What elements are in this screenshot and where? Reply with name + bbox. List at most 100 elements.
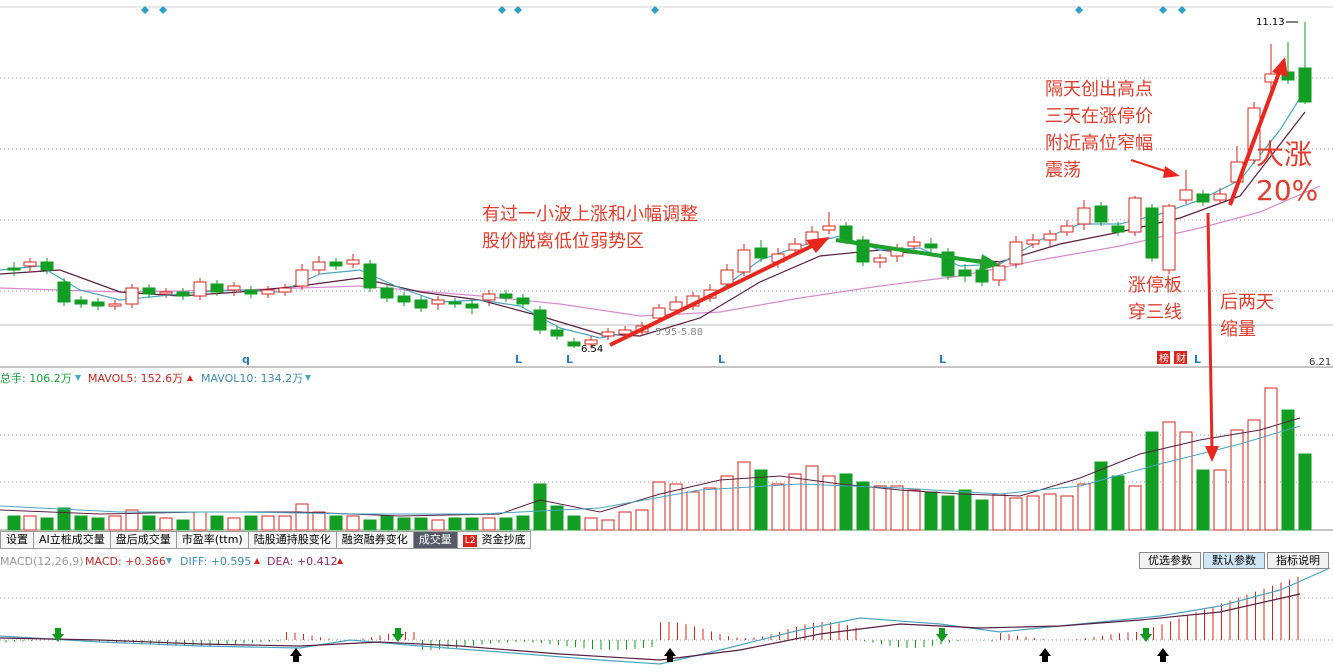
period-marker: L — [1194, 353, 1201, 366]
volume-bar — [1111, 475, 1125, 531]
volume-bar — [482, 517, 496, 531]
macd-histogram — [5, 576, 1299, 650]
volume-bar — [312, 511, 326, 531]
candle-body — [1162, 205, 1176, 271]
volume-bar — [431, 519, 445, 531]
volume-bar — [7, 515, 21, 531]
tab-1[interactable]: AI立桩成交量 — [34, 531, 111, 549]
volume-bar — [1264, 387, 1278, 531]
annotation-4-line-1: 涨停板 — [1128, 275, 1182, 296]
diff-line — [0, 567, 1331, 665]
volume-bar — [1009, 497, 1023, 531]
volume-bar — [142, 515, 156, 531]
annotation-1-line-1: 有过一小波上涨和小幅调整 — [482, 204, 698, 225]
tab-3[interactable]: 市盈率(ttm) — [176, 531, 249, 549]
volume-bar — [618, 511, 632, 531]
volume-bar — [210, 515, 224, 531]
candle-body — [924, 243, 938, 249]
candle-body — [788, 243, 802, 251]
tab-label: 成交量 — [418, 533, 452, 546]
volume-bar — [1145, 431, 1159, 531]
candle-body — [91, 301, 105, 307]
volume-bar — [635, 509, 649, 531]
tab-2[interactable]: 盘后成交量 — [110, 531, 177, 549]
candle-body — [1111, 225, 1125, 233]
down-arrow-icon — [75, 375, 81, 381]
volume-bar — [363, 519, 377, 531]
up-arrow-icon — [254, 558, 260, 564]
volume-bar — [567, 515, 581, 531]
high-price-label: 11.13 — [1256, 17, 1285, 28]
high-point-arrow-head — [1163, 166, 1180, 178]
candle-body — [380, 287, 394, 299]
dead-cross-arrow-icon — [1039, 648, 1051, 662]
param-button-bar: 优选参数 默认参数 指标说明 — [1137, 552, 1329, 569]
tab-label: AI立桩成交量 — [39, 533, 105, 546]
volume-bar — [1213, 469, 1227, 531]
volume-bar — [992, 493, 1006, 531]
volume-bar — [1179, 431, 1193, 531]
volume-bar — [703, 487, 717, 531]
volume-bar — [159, 517, 173, 531]
annotation-4-line-2: 穿三线 — [1128, 302, 1182, 323]
volume-bar — [941, 495, 955, 531]
rank-flag-label: 榜 — [1159, 352, 1169, 365]
default-params-button[interactable]: 默认参数 — [1203, 552, 1265, 569]
tab-5[interactable]: 融资融券变化 — [336, 531, 414, 549]
period-marker: q — [242, 353, 250, 366]
volume-bar — [652, 481, 666, 531]
candle-body — [499, 293, 513, 299]
optimal-params-button[interactable]: 优选参数 — [1139, 552, 1201, 569]
volume-bar — [873, 485, 887, 531]
candle-body — [1128, 197, 1142, 233]
dea-line — [0, 593, 1301, 661]
tab-label: 市盈率(ttm) — [181, 533, 243, 546]
candle-body — [40, 261, 54, 271]
period-marker: L — [566, 353, 573, 366]
volume-bar — [720, 475, 734, 531]
tab-0[interactable]: 设置 — [0, 531, 34, 549]
candle-body — [329, 261, 343, 267]
volume-bar — [74, 515, 88, 531]
candle-body — [397, 295, 411, 303]
tab-7[interactable]: L2 资金抄底 — [457, 531, 532, 549]
candle-body — [57, 281, 71, 303]
candle-body — [975, 269, 989, 283]
candle-body — [125, 287, 139, 305]
volume-header: 总手: 106.2万 MAVOL5: 152.6万 MAVOL10: 134.2… — [0, 371, 311, 385]
candle-body — [754, 247, 768, 259]
tab-4[interactable]: 陆股通持股变化 — [248, 531, 337, 549]
candle-body — [23, 261, 37, 267]
candle-body — [1043, 233, 1057, 241]
tab-6[interactable]: 成交量 — [413, 531, 458, 549]
macd-name-label: MACD(12,26,9) — [0, 555, 84, 568]
volume-bar — [91, 517, 105, 531]
candle-body — [992, 265, 1006, 281]
chart-stage: q L L L L L 11.13 6.54 5.95-5.88 6.21 榜 财 有过一… — [0, 6, 1333, 665]
volume-bar — [278, 515, 292, 531]
volume-bar — [499, 517, 513, 531]
candle-body — [363, 263, 377, 289]
dead-cross-arrow-icon — [1157, 648, 1169, 662]
indicator-tabbar: 设置 AI立桩成交量 盘后成交量 市盈率(ttm) 陆股通持股变化 融资融券变化 成交量 L2… — [0, 531, 532, 549]
indicator-help-button[interactable]: 指标说明 — [1267, 552, 1329, 569]
golden-cross-arrow-icon — [936, 628, 948, 642]
annotation-1-line-2: 股价脱离低位弱势区 — [482, 231, 644, 252]
candle-body — [295, 269, 309, 287]
diff-value-label: DIFF: +0.595 — [180, 555, 251, 568]
volume-bar — [1077, 483, 1091, 531]
annotation-2-line-3: 附近高位窄幅 — [1045, 133, 1153, 154]
volume-bar — [295, 503, 309, 531]
candle-body — [1077, 207, 1091, 225]
dead-cross-arrow-icon — [290, 648, 302, 662]
candle-body — [7, 267, 21, 271]
volume-bar — [890, 485, 904, 531]
shrinking-volume-arrow — [1206, 212, 1214, 451]
right-axis-value: 6.21 — [1309, 357, 1331, 368]
volume-bar — [397, 517, 411, 531]
candle-body — [159, 291, 173, 295]
volume-bar — [958, 489, 972, 531]
volume-bar — [1043, 493, 1057, 531]
volume-bar — [465, 517, 479, 531]
tab-label: 陆股通持股变化 — [253, 533, 331, 546]
